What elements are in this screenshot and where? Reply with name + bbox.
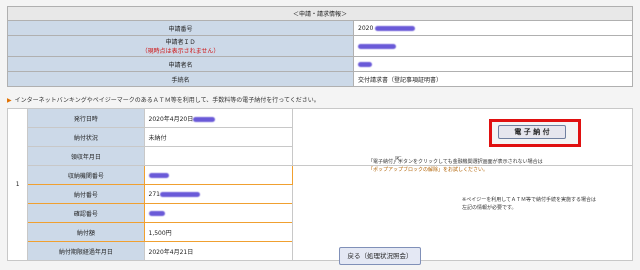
electronic-payment-button[interactable]: 電 子 納 付 <box>498 125 566 139</box>
redacted-value <box>159 191 200 197</box>
side-note-2: ※ペイジーを利用してＡＴＭ等で納付手続を実施する場合は <box>462 197 597 203</box>
back-button[interactable]: 戻る（処理状況照会） <box>339 247 421 265</box>
request-info-table: ＜申請・請求情報＞ 申請番号 2020 申請者ＩＤ （現時点は表示されません） … <box>7 6 633 87</box>
redacted-value <box>358 61 372 67</box>
issue-date-value: 2020年4月20日 <box>148 115 194 123</box>
request-info-header: ＜申請・請求情報＞ <box>7 6 633 21</box>
redacted-value <box>148 210 165 216</box>
payment-number-label: 納付番号 <box>27 184 145 204</box>
payment-status-label: 納付状況 <box>27 127 145 147</box>
receipt-date-value <box>143 146 293 166</box>
arrow-icon: ▶ <box>7 97 12 104</box>
payment-number-value: 271 <box>148 190 160 198</box>
payment-status-value: 未納付 <box>143 127 293 147</box>
payment-amount-label: 納付額 <box>27 222 145 242</box>
applicant-name-label: 申請者名 <box>7 56 354 72</box>
deadline-label: 納付期限経過年月日 <box>27 241 145 261</box>
application-number-label: 申請番号 <box>7 20 354 36</box>
payment-amount-value: 1,500円 <box>143 222 293 242</box>
redacted-value <box>148 172 169 178</box>
deadline-value: 2020年4月21日 <box>143 241 293 261</box>
applicant-id-note: （現時点は表示されません） <box>141 48 220 55</box>
procedure-name-value: 交付請求書（登記事項証明書） <box>353 71 633 87</box>
redacted-value <box>193 116 216 122</box>
confirmation-number-label: 確認番号 <box>27 203 145 223</box>
redacted-value <box>375 25 416 31</box>
applicant-id-label: 申請者ＩＤ <box>165 39 196 46</box>
application-number-value: 2020 <box>358 24 374 32</box>
popup-block-link[interactable]: 「ポップアップブロックの解除」をお試しください。 <box>368 166 488 173</box>
issue-date-label: 発行日時 <box>27 108 145 128</box>
pay-button-cell <box>291 108 634 166</box>
redacted-value <box>358 43 396 49</box>
side-note-2b: 左記の情報が必要です。 <box>462 205 517 211</box>
receipt-date-label: 領収年月日 <box>27 146 145 166</box>
mouse-cursor-icon: ⇱ <box>395 155 402 164</box>
notice-text: ▶ インターネットバンキングやペイジーマークのあるＡＴＭ等を利用して、手数料等の電… <box>7 97 320 104</box>
row-number: 1 <box>6 108 29 261</box>
collection-agency-label: 収納機関番号 <box>27 165 145 185</box>
procedure-name-label: 手続名 <box>7 71 354 87</box>
pay-button-highlight: 電 子 納 付 <box>489 119 581 147</box>
